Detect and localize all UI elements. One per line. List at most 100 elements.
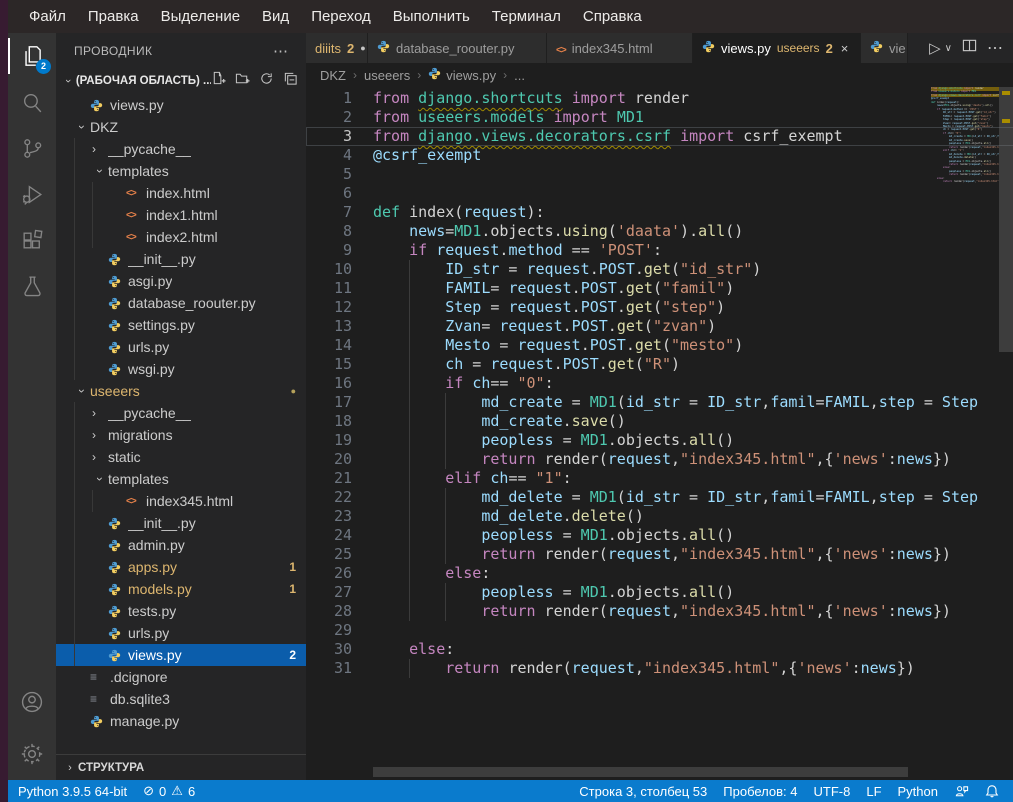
cursor-position[interactable]: Строка 3, столбец 53: [579, 784, 707, 799]
menu-item-справка[interactable]: Справка: [572, 8, 653, 25]
tree-item-models.py[interactable]: models.py1: [56, 578, 306, 600]
tree-item-index345.html[interactable]: <>index345.html: [56, 490, 306, 512]
indent-guide: [373, 298, 409, 317]
breadcrumb-item-DKZ[interactable]: DKZ: [320, 68, 346, 83]
menu-item-терминал[interactable]: Терминал: [481, 8, 572, 25]
workspace-section-header[interactable]: › (РАБОЧАЯ ОБЛАСТЬ) ...: [56, 68, 306, 94]
breadcrumb-item-...[interactable]: ...: [514, 68, 525, 83]
new-folder-icon[interactable]: [235, 71, 250, 91]
code-token: POST: [581, 298, 617, 316]
line-number: 14: [306, 336, 352, 355]
tree-item-__init__.py[interactable]: __init__.py: [56, 512, 306, 534]
tree-item-static[interactable]: ›static: [56, 446, 306, 468]
tree-item-__pycache__[interactable]: ›__pycache__: [56, 138, 306, 160]
tab-problems-badge: 2: [826, 41, 833, 56]
search-icon[interactable]: [8, 79, 56, 125]
python-interpreter[interactable]: Python 3.9.5 64-bit: [18, 784, 127, 799]
tab-views.py[interactable]: views.pyuseeers2×: [693, 33, 861, 63]
tab-index345.html[interactable]: <>index345.html: [547, 33, 693, 63]
menu-item-файл[interactable]: Файл: [18, 8, 77, 25]
vertical-scrollbar[interactable]: [999, 87, 1013, 780]
collapse-all-icon[interactable]: [283, 71, 298, 91]
code-line-14: 14Mesto = request.POST.get("mesto"): [306, 336, 1013, 355]
tree-item-wsgi.py[interactable]: wsgi.py: [56, 358, 306, 380]
code-token: index: [409, 203, 454, 221]
indentation[interactable]: Пробелов: 4: [723, 784, 797, 799]
menu-item-переход[interactable]: Переход: [300, 8, 382, 25]
tree-item-__pycache__[interactable]: ›__pycache__: [56, 402, 306, 424]
tree-item-migrations[interactable]: ›migrations: [56, 424, 306, 446]
notifications-bell-icon[interactable]: [985, 784, 999, 798]
indent-guide: [445, 393, 481, 412]
language-mode[interactable]: Python: [898, 784, 938, 799]
code-token: :: [888, 545, 897, 563]
code-token: =: [680, 393, 707, 411]
run-and-debug-icon[interactable]: [8, 171, 56, 217]
horizontal-scrollbar[interactable]: [373, 767, 908, 777]
close-icon[interactable]: ×: [841, 41, 849, 56]
extensions-icon[interactable]: [8, 217, 56, 263]
tree-item-views.py[interactable]: views.py: [56, 94, 306, 116]
code-token: request: [608, 602, 671, 620]
testing-icon[interactable]: [8, 263, 56, 309]
refresh-icon[interactable]: [259, 71, 274, 91]
breadcrumb-item-views.py[interactable]: views.py: [428, 67, 496, 83]
vertical-scrollbar-thumb[interactable]: [999, 87, 1013, 352]
tree-item-manage.py[interactable]: manage.py: [56, 710, 306, 732]
tree-item-DKZ[interactable]: ›DKZ: [56, 116, 306, 138]
split-editor-icon[interactable]: [962, 38, 977, 58]
tree-item-templates[interactable]: ›templates: [56, 468, 306, 490]
code-token: @csrf_exempt: [373, 146, 481, 164]
tab-diiits[interactable]: diiits2●: [306, 33, 368, 63]
account-icon[interactable]: [8, 676, 56, 728]
tree-item-settings.py[interactable]: settings.py: [56, 314, 306, 336]
more-actions-icon[interactable]: ⋯: [987, 38, 1003, 58]
indent-guide: [373, 583, 409, 602]
breadcrumb-item-useeers[interactable]: useeers: [364, 68, 410, 83]
run-python-file-icon[interactable]: ▷: [929, 39, 941, 57]
code-token: [563, 89, 572, 107]
tree-item-.dcignore[interactable]: ≡.dcignore: [56, 666, 306, 688]
code-token: [427, 241, 436, 259]
eol-sequence[interactable]: LF: [866, 784, 881, 799]
tree-item-useeers[interactable]: ›useeers●: [56, 380, 306, 402]
feedback-icon[interactable]: [954, 784, 969, 799]
tree-item-urls.py[interactable]: urls.py: [56, 336, 306, 358]
settings-icon[interactable]: [8, 728, 56, 780]
tree-item-index1.html[interactable]: <>index1.html: [56, 204, 306, 226]
tree-item-db.sqlite3[interactable]: ≡db.sqlite3: [56, 688, 306, 710]
encoding[interactable]: UTF-8: [814, 784, 851, 799]
tab-database_roouter.py[interactable]: database_roouter.py: [368, 33, 547, 63]
code-token: .: [608, 317, 617, 335]
tree-item-database_roouter.py[interactable]: database_roouter.py: [56, 292, 306, 314]
tree-item-label: manage.py: [110, 713, 179, 729]
tree-item-asgi.py[interactable]: asgi.py: [56, 270, 306, 292]
tree-item-tests.py[interactable]: tests.py: [56, 600, 306, 622]
minimap[interactable]: from django.shortcuts import renderfrom …: [931, 87, 999, 219]
problems-badge: 1: [289, 582, 296, 596]
new-file-icon[interactable]: [211, 71, 226, 91]
run-dropdown-icon[interactable]: ∨: [945, 43, 952, 54]
tree-item-__init__.py[interactable]: __init__.py: [56, 248, 306, 270]
menu-item-вид[interactable]: Вид: [251, 8, 300, 25]
menu-item-правка[interactable]: Правка: [77, 8, 150, 25]
tree-item-label: migrations: [108, 427, 173, 443]
explorer-more-icon[interactable]: ⋯: [273, 42, 288, 60]
tree-item-views.py[interactable]: views.py2: [56, 644, 306, 666]
outline-section-header[interactable]: › СТРУКТУРА: [56, 754, 306, 780]
explorer-icon[interactable]: 2: [8, 33, 56, 79]
problems-indicator[interactable]: ⊘ 0 ⚠ 6: [143, 783, 195, 799]
tab-vie[interactable]: vie: [861, 33, 908, 63]
tree-item-apps.py[interactable]: apps.py1: [56, 556, 306, 578]
tree-item-index2.html[interactable]: <>index2.html: [56, 226, 306, 248]
tree-item-templates[interactable]: ›templates: [56, 160, 306, 182]
menu-item-выполнить[interactable]: Выполнить: [382, 8, 481, 25]
indent-guide: [373, 279, 409, 298]
source-control-icon[interactable]: [8, 125, 56, 171]
tree-item-index.html[interactable]: <>index.html: [56, 182, 306, 204]
code-editor[interactable]: 1from django.shortcuts import render2fro…: [306, 87, 1013, 780]
code-token: request: [508, 298, 571, 316]
menu-item-выделение[interactable]: Выделение: [150, 8, 251, 25]
tree-item-urls.py[interactable]: urls.py: [56, 622, 306, 644]
tree-item-admin.py[interactable]: admin.py: [56, 534, 306, 556]
